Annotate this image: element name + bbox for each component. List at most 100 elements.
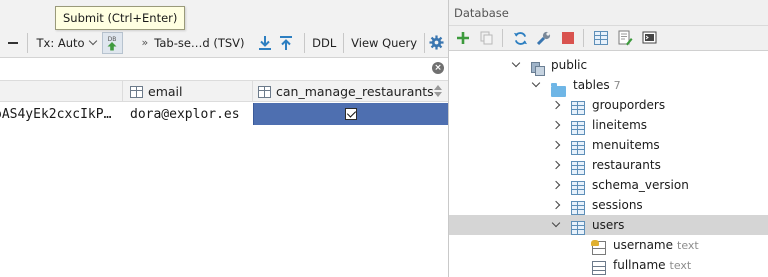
tree-item-column-fullname[interactable]: fullname text (449, 255, 768, 275)
chevron-right-icon[interactable] (550, 135, 562, 155)
ddl-label: DDL (312, 35, 337, 50)
tree-item-tables-folder[interactable]: tables 7 (449, 75, 768, 97)
column-icon (592, 261, 606, 275)
tree-item-label: schema_version (592, 178, 689, 192)
copy-button[interactable] (476, 27, 498, 49)
chevron-down-icon[interactable] (510, 55, 522, 75)
column-header-label: email (148, 84, 183, 99)
table-editor-button[interactable] (590, 27, 612, 49)
table-icon (594, 31, 608, 45)
table-row[interactable]: oAS4yEk2cxcIkP… dora@explor.es (0, 103, 448, 125)
output-format-dropdown[interactable]: » Tab-se…d (TSV) (136, 28, 249, 58)
double-chevron-right-icon: » (141, 36, 149, 49)
table-icon (571, 181, 585, 195)
database-panel-title: Database (454, 6, 509, 20)
view-query-label: View Query (351, 35, 418, 50)
output-format-label: Tab-se…d (TSV) (154, 35, 245, 50)
checked-checkbox[interactable] (345, 108, 357, 120)
tree-item-label: lineitems (592, 118, 648, 132)
transaction-mode-dropdown[interactable]: Tx: Auto (28, 28, 102, 58)
tree-item-table-menuitems[interactable]: menuitems (449, 135, 768, 155)
table-icon (571, 101, 585, 115)
clear-filter-icon[interactable]: × (432, 62, 444, 74)
table-icon (571, 121, 585, 135)
tree-item-label: users (592, 218, 625, 232)
view-query-button[interactable]: View Query (344, 28, 424, 58)
database-toolbar (449, 26, 768, 51)
add-button[interactable] (452, 27, 474, 49)
settings-button[interactable] (425, 28, 448, 58)
minimize-button[interactable] (0, 28, 27, 58)
chevron-right-icon[interactable] (550, 155, 562, 175)
console-icon (642, 31, 656, 44)
tree-item-column-username[interactable]: username text (449, 235, 768, 255)
can-manage-restaurants-cell[interactable] (253, 103, 448, 125)
filter-row: × (0, 58, 448, 79)
import-upload-button[interactable] (276, 28, 297, 58)
chevron-right-icon[interactable] (550, 175, 562, 195)
column-header-email[interactable]: email (123, 81, 253, 102)
wrench-icon (536, 31, 551, 46)
column-type: text (669, 259, 692, 272)
export-download-button[interactable] (255, 28, 276, 58)
column-header-label: can_manage_restaurants (276, 84, 434, 99)
plus-icon (457, 32, 469, 44)
properties-button[interactable] (533, 27, 555, 49)
table-icon (571, 161, 585, 175)
chevron-down-icon (88, 36, 97, 46)
chevron-right-icon[interactable] (550, 115, 562, 135)
primary-key-column-icon (591, 240, 606, 255)
column-icon (130, 85, 143, 98)
tree-item-table-grouporders[interactable]: grouporders (449, 95, 768, 115)
column-name: fullname (613, 258, 666, 272)
copy-icon (480, 31, 493, 45)
gear-icon (429, 35, 444, 50)
tree-item-label: fullname text (613, 258, 691, 272)
toolbar-separator (502, 29, 503, 47)
password-cell[interactable]: oAS4yEk2cxcIkP… (0, 103, 123, 125)
toolbar-separator (583, 29, 584, 47)
table-icon (571, 201, 585, 215)
grid-header: email can_manage_restaurants (0, 80, 448, 102)
submit-tooltip: Submit (Ctrl+Enter) (55, 6, 186, 30)
edit-source-button[interactable] (614, 27, 636, 49)
results-toolbar: Tx: Auto DB » Tab-se…d (TSV) DDL View Qu… (0, 28, 448, 58)
upload-icon (280, 35, 293, 50)
tree-item-label: public (551, 58, 588, 72)
column-header-can-manage-restaurants[interactable]: can_manage_restaurants (253, 81, 448, 102)
tree-item-table-sessions[interactable]: sessions (449, 195, 768, 215)
database-panel-header: Database (449, 0, 768, 26)
refresh-button[interactable] (509, 27, 531, 49)
tree-item-label: grouporders (592, 98, 666, 112)
tree-item-schema-public[interactable]: public (449, 55, 768, 76)
column-name: username (613, 238, 673, 252)
chevron-down-icon[interactable] (550, 215, 562, 235)
tree-item-table-schema-version[interactable]: schema_version (449, 175, 768, 195)
tree-item-label: username text (613, 238, 699, 252)
sort-icon[interactable] (434, 85, 442, 98)
edit-icon (618, 30, 633, 46)
schema-icon (530, 61, 545, 76)
email-cell[interactable]: dora@explor.es (130, 103, 253, 125)
tree-item-table-users[interactable]: users (449, 215, 768, 235)
tree-item-table-restaurants[interactable]: restaurants (449, 155, 768, 175)
chevron-right-icon[interactable] (550, 95, 562, 115)
database-panel: Database public tables 7 grouporders lin… (449, 0, 768, 277)
chevron-right-icon[interactable] (550, 195, 562, 215)
tables-folder-label: tables (573, 78, 610, 92)
stop-button[interactable] (557, 27, 579, 49)
column-header-password[interactable] (0, 81, 123, 102)
query-console-pane: Tx: Auto DB » Tab-se…d (TSV) DDL View Qu… (0, 0, 448, 277)
tree-item-label: menuitems (592, 138, 660, 152)
submit-button[interactable]: DB (101, 31, 124, 54)
tree-item-table-lineitems[interactable]: lineitems (449, 115, 768, 135)
chevron-down-icon[interactable] (530, 75, 542, 95)
refresh-icon (513, 31, 527, 45)
stop-icon (562, 32, 574, 44)
submit-db-icon: DB (107, 36, 117, 50)
table-icon (571, 221, 585, 235)
tree-item-label: restaurants (592, 158, 661, 172)
ddl-button[interactable]: DDL (305, 28, 343, 58)
tables-count: 7 (613, 79, 621, 92)
console-button[interactable] (638, 27, 660, 49)
